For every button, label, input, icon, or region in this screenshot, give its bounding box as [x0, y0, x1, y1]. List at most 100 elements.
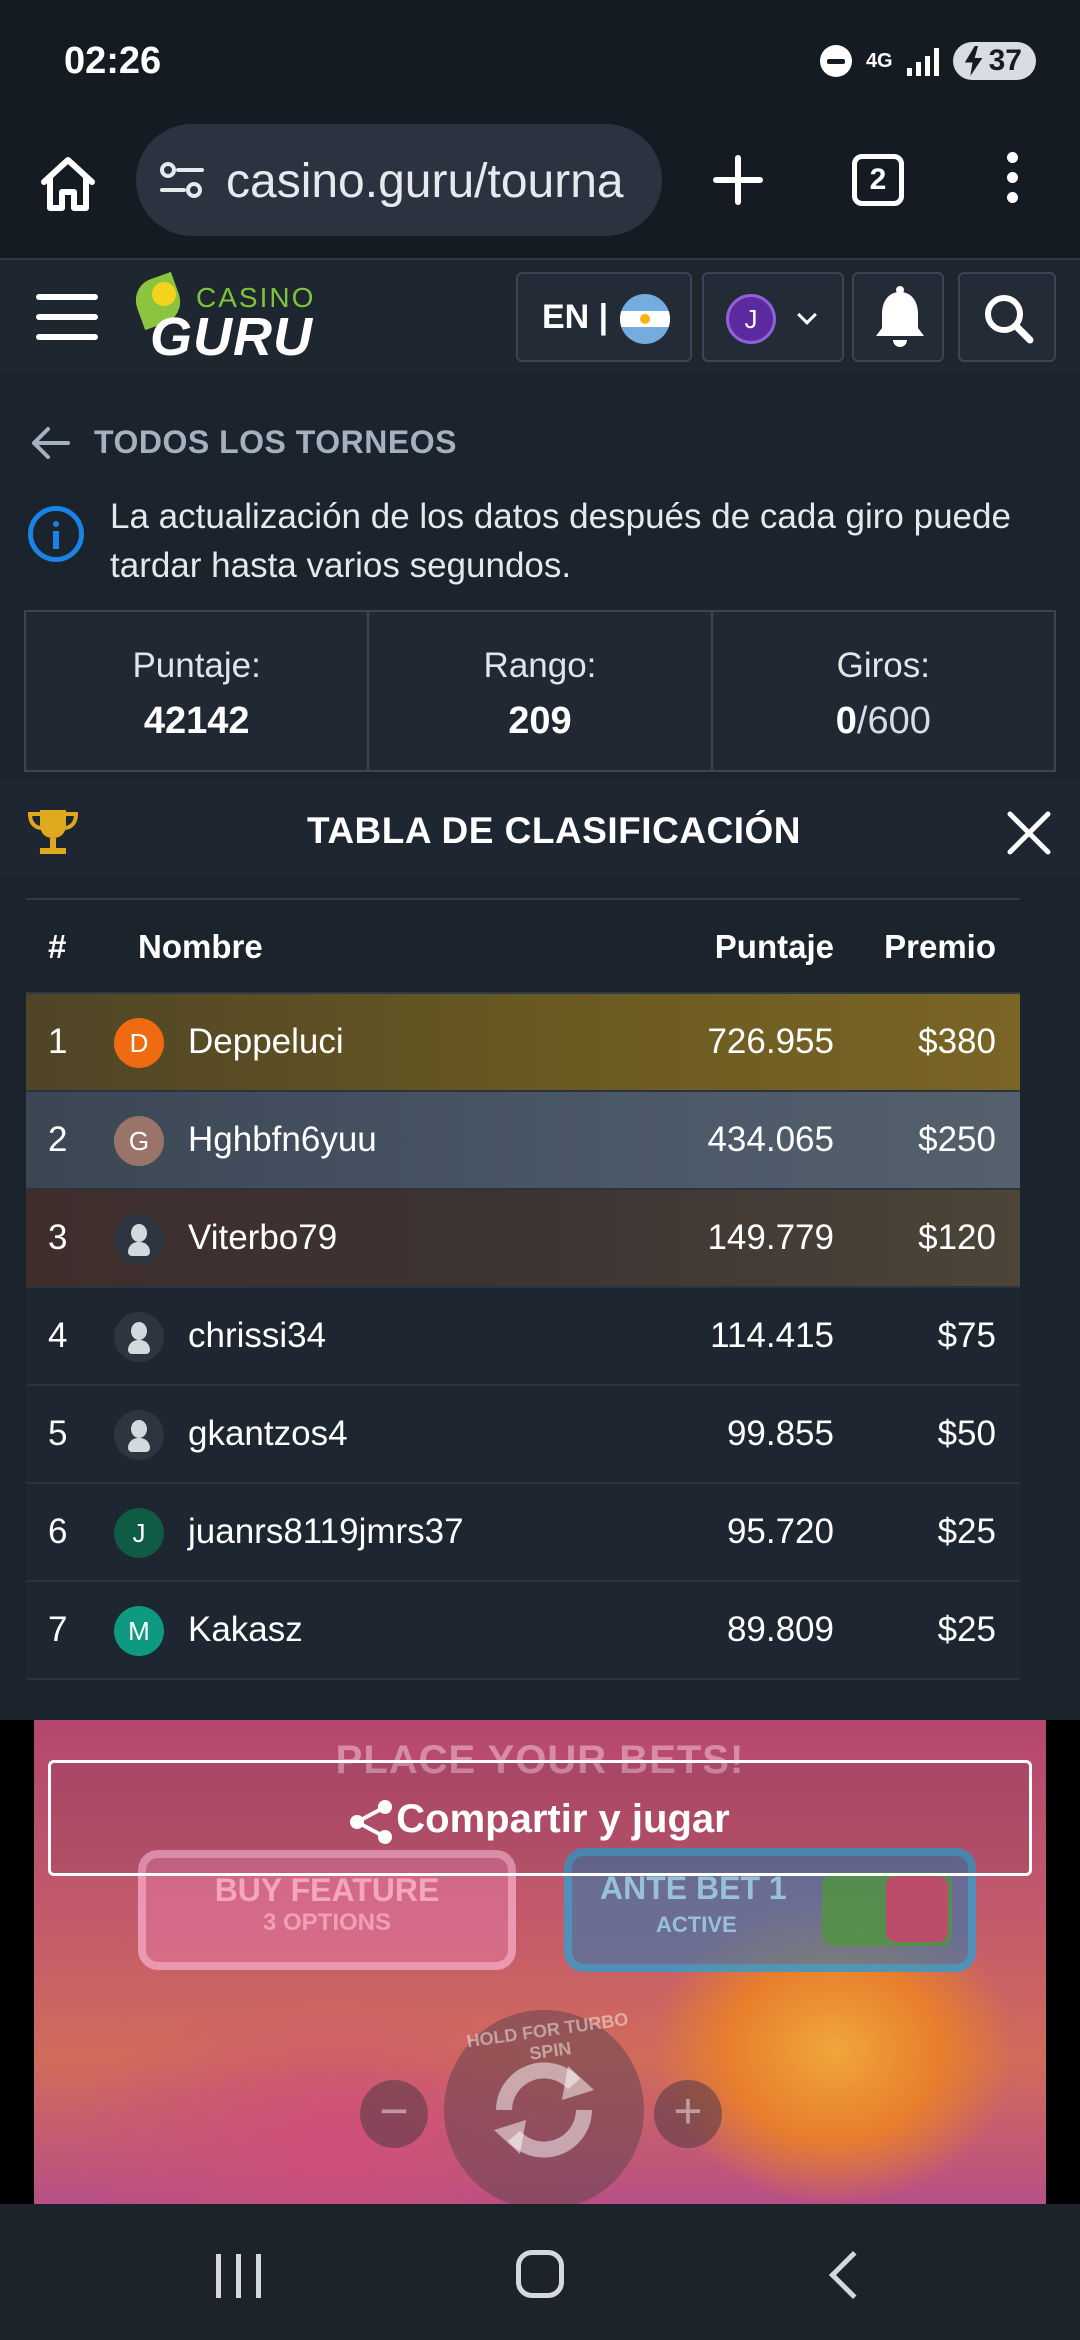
player-name[interactable]: chrissi34 [188, 1316, 326, 1356]
home-icon[interactable] [36, 152, 100, 216]
table-row[interactable]: 3 Viterbo79 149.779 $120 [26, 1190, 1020, 1288]
table-body: 1 Deppeluci 726.955 $380 D 2 Hghbfn6yuu 434.065… [26, 994, 1020, 1680]
table-row[interactable]: 1 Deppeluci 726.955 $380 D [26, 994, 1020, 1092]
player-prize: $50 [937, 1414, 996, 1453]
battery-indicator: 37 [952, 42, 1036, 80]
leaderboard-header: TABLA DE CLASIFICACIÓN [0, 782, 1080, 878]
leaderboard-table: # Nombre Puntaje Premio 1 Deppeluci 726.95… [26, 898, 1020, 1680]
player-name[interactable]: Deppeluci [188, 1022, 344, 1062]
row-rank: 2 [48, 1120, 68, 1159]
info-text: La actualización de los datos después de… [110, 497, 1011, 585]
player-score: 434.065 [707, 1120, 834, 1159]
row-rank: 7 [48, 1610, 68, 1649]
stat-rank: Rango: 209 [369, 612, 713, 770]
player-name[interactable]: Hghbfn6yuu [188, 1120, 377, 1160]
arrow-left-icon [32, 426, 70, 459]
row-rank: 4 [48, 1316, 68, 1355]
info-icon [28, 506, 84, 562]
player-avatar: G [114, 1116, 164, 1166]
tournament-stats: Puntaje: 42142 Rango: 209 Giros: 0/600 [24, 610, 1056, 772]
table-header: # Nombre Puntaje Premio [26, 898, 1020, 994]
battery-level: 37 [988, 44, 1022, 77]
player-score: 726.955 [707, 1022, 834, 1061]
player-score: 95.720 [726, 1512, 834, 1551]
signal-icon [906, 46, 939, 76]
stat-score: Puntaje: 42142 [26, 612, 370, 770]
status-icons: 4G 37 [819, 42, 1036, 80]
toggle-switch [822, 1872, 952, 1946]
player-prize: $25 [937, 1610, 996, 1649]
browser-toolbar: casino.guru/tourna 2 [0, 112, 1080, 258]
back-nav-icon[interactable] [828, 2250, 878, 2300]
home-nav-icon[interactable] [516, 2250, 564, 2298]
site-header: CASINO GURU EN | J [0, 258, 1080, 372]
player-score: 99.855 [726, 1414, 834, 1453]
row-rank: 1 [48, 1022, 68, 1061]
tournament-content: TODOS LOS TORNEOS La actualización de lo… [0, 372, 1080, 1720]
new-tab-icon[interactable] [710, 152, 766, 208]
spins-used: 0 [835, 700, 857, 742]
language-selector[interactable]: EN | [516, 272, 692, 362]
table-row[interactable]: 6 juanrs8119jmrs37 95.720 $25 J [26, 1484, 1020, 1582]
table-row[interactable]: 4 chrissi34 114.415 $75 [26, 1288, 1020, 1386]
player-name[interactable]: juanrs8119jmrs37 [188, 1512, 464, 1552]
player-avatar [114, 1312, 164, 1362]
address-bar[interactable]: casino.guru/tourna [136, 124, 662, 236]
player-avatar [114, 1410, 164, 1460]
col-rank: # [48, 928, 67, 965]
status-time: 02:26 [64, 40, 162, 82]
back-to-tournaments-link[interactable]: TODOS LOS TORNEOS [28, 424, 457, 461]
user-menu-button[interactable]: J [702, 272, 844, 362]
game-preview: PLACE YOUR BETS! BUY FEATURE 3 OPTIONS A… [0, 1720, 1080, 2204]
bell-icon [876, 286, 924, 347]
player-prize: $380 [918, 1022, 996, 1061]
network-type-icon: 4G [865, 50, 893, 72]
site-settings-icon[interactable] [158, 160, 206, 200]
back-label: TODOS LOS TORNEOS [94, 424, 457, 460]
charging-bolt-icon [964, 46, 983, 76]
player-avatar: D [114, 1018, 164, 1068]
bet-plus-button: + [654, 2080, 722, 2148]
casino-guru-logo[interactable]: CASINO GURU [129, 271, 316, 367]
share-label: Compartir y jugar [396, 1797, 730, 1841]
share-and-play-button[interactable]: Compartir y jugar [48, 1760, 1032, 1876]
search-button[interactable] [958, 272, 1056, 362]
bet-minus-button: − [360, 2080, 428, 2148]
col-prize: Premio [884, 928, 996, 965]
player-prize: $25 [937, 1512, 996, 1551]
player-avatar: M [114, 1606, 164, 1656]
stat-spins: Giros: 0/600 [835, 646, 931, 742]
user-avatar: J [726, 294, 776, 344]
col-score: Puntaje [714, 928, 834, 965]
table-row[interactable]: 5 gkantzos4 99.855 $50 [26, 1386, 1020, 1484]
do-not-disturb-icon [819, 45, 852, 77]
player-name[interactable]: Viterbo79 [188, 1218, 337, 1258]
leaderboard-title: TABLA DE CLASIFICACIÓN [306, 810, 802, 851]
close-icon[interactable] [1006, 810, 1052, 856]
table-row[interactable]: 7 Kakasz 89.809 $25 M [26, 1582, 1020, 1680]
player-avatar [114, 1214, 164, 1264]
row-rank: 6 [48, 1512, 68, 1551]
recent-apps-icon[interactable] [216, 2254, 264, 2298]
player-score: 149.779 [707, 1218, 834, 1257]
notifications-button[interactable] [852, 272, 944, 362]
status-bar: 02:26 4G 37 [0, 0, 1080, 112]
col-name: Nombre [138, 928, 263, 965]
search-icon [985, 295, 1034, 344]
browser-menu-icon[interactable] [1000, 152, 1024, 212]
spins-total: /600 [856, 700, 931, 742]
player-name[interactable]: Kakasz [188, 1610, 303, 1650]
table-row[interactable]: 2 Hghbfn6yuu 434.065 $250 G [26, 1092, 1020, 1190]
player-prize: $120 [918, 1218, 996, 1257]
url-text[interactable]: casino.guru/tourna [226, 154, 624, 209]
hamburger-menu-icon[interactable] [36, 294, 98, 340]
tab-switcher-button[interactable]: 2 [852, 154, 904, 206]
system-nav-bar [0, 2204, 1080, 2340]
argentina-flag-icon [620, 294, 670, 344]
player-score: 89.809 [726, 1610, 834, 1649]
player-avatar: J [114, 1508, 164, 1558]
player-score: 114.415 [710, 1316, 834, 1355]
row-rank: 3 [48, 1218, 68, 1257]
player-name[interactable]: gkantzos4 [188, 1414, 348, 1454]
chevron-down-icon [797, 305, 817, 325]
